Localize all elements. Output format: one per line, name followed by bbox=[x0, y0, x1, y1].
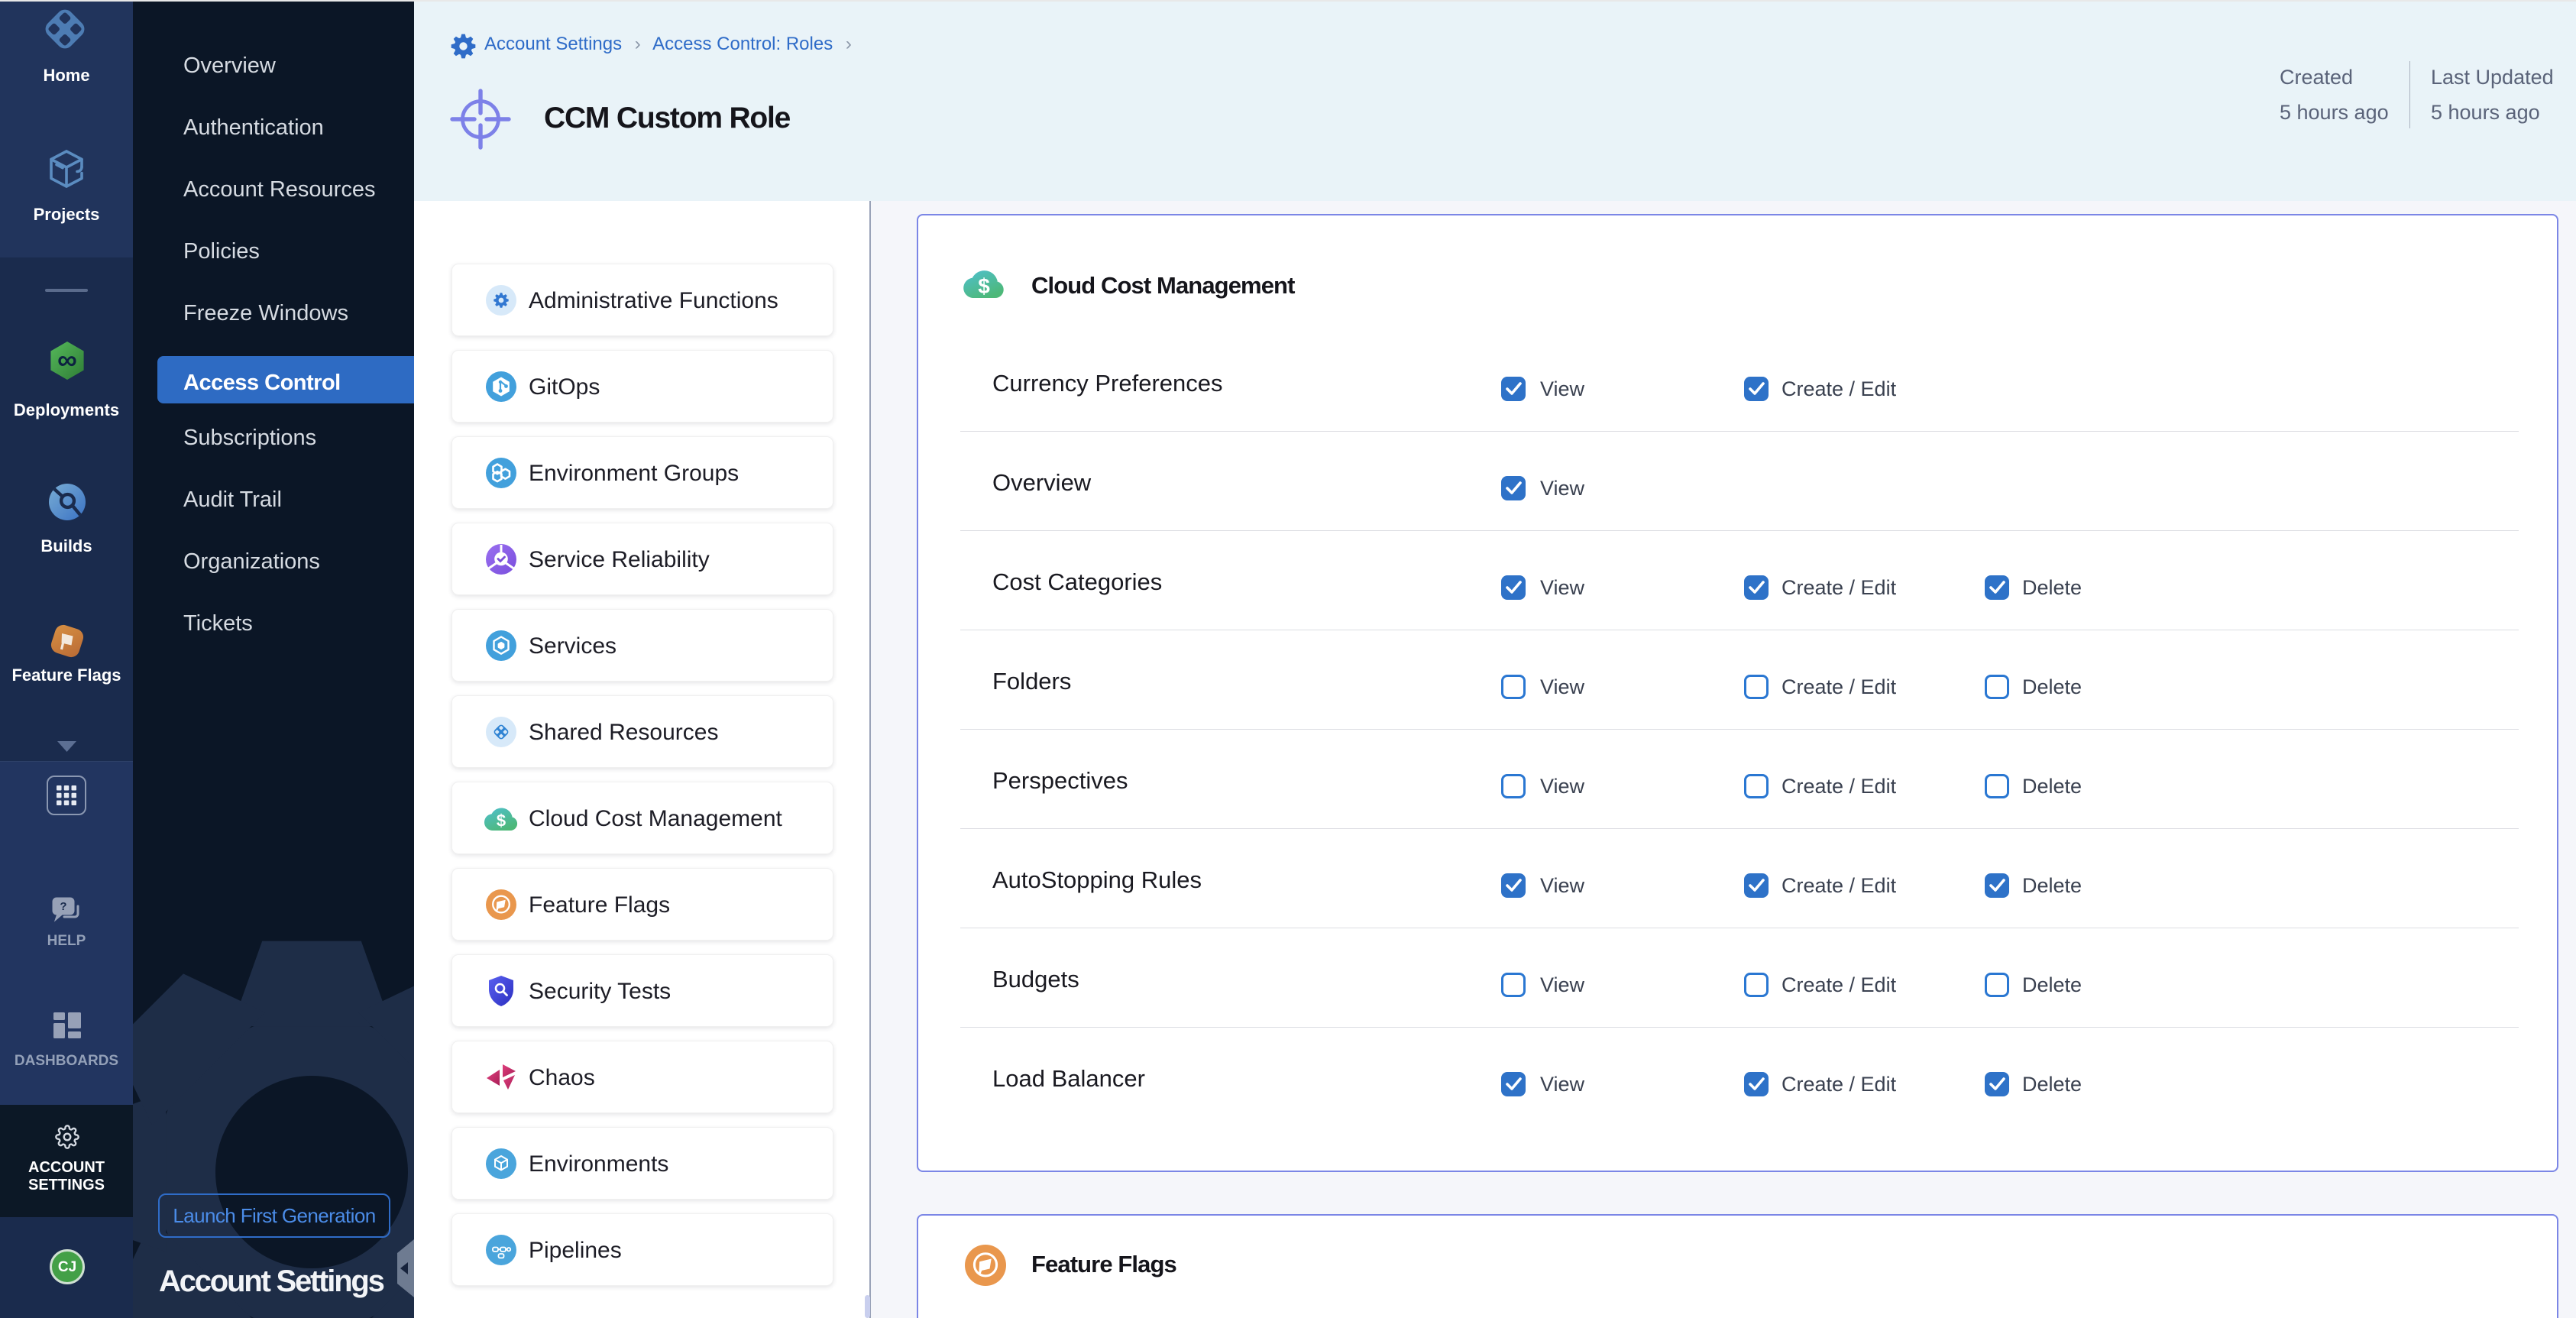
svg-text:$: $ bbox=[497, 811, 506, 831]
svg-text:?: ? bbox=[60, 900, 66, 913]
svg-text:∞: ∞ bbox=[57, 344, 77, 375]
svg-text:$: $ bbox=[978, 274, 990, 298]
